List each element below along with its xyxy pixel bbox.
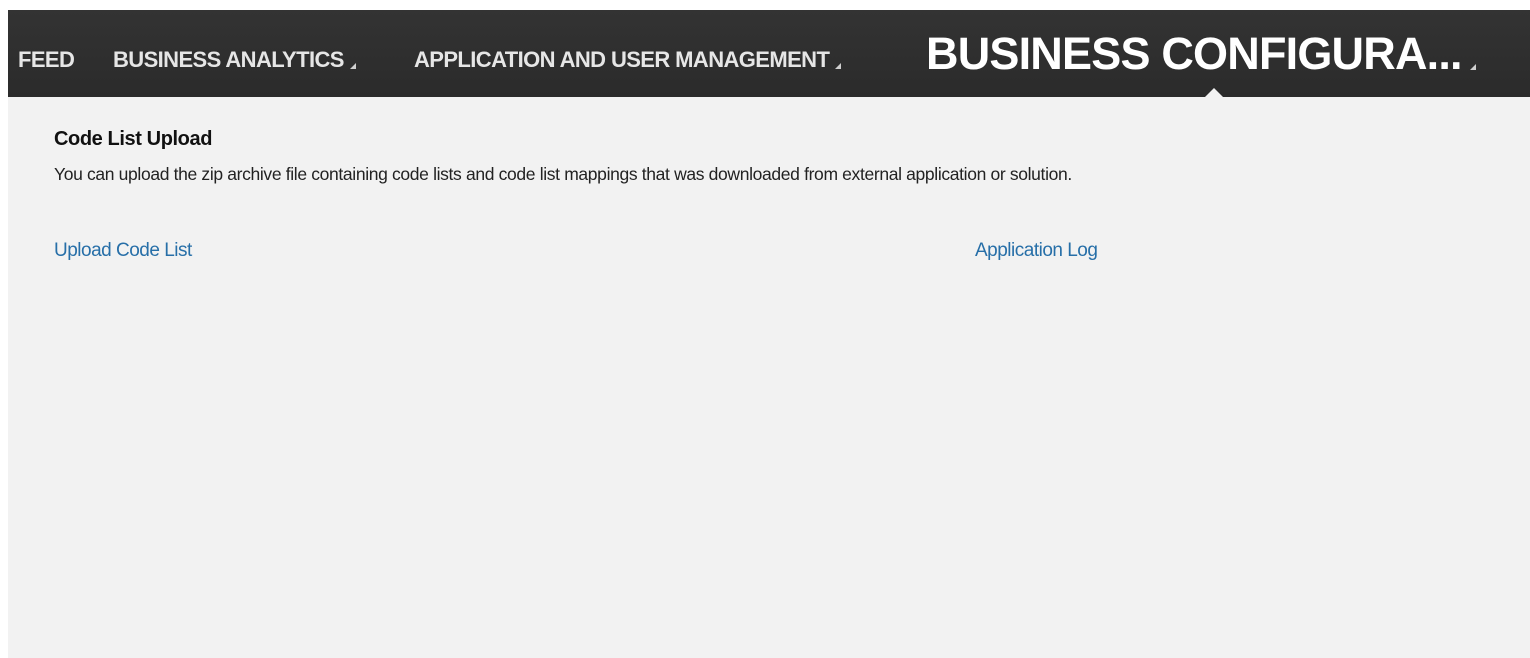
- active-tab-pointer-icon: [1205, 88, 1223, 97]
- upload-code-list-link[interactable]: Upload Code List: [54, 240, 192, 262]
- code-list-upload-section: Code List Upload You can upload the zip …: [54, 128, 1072, 185]
- nav-tab-label: BUSINESS ANALYTICS: [113, 46, 344, 72]
- workcenter-frame: FEED BUSINESS ANALYTICS APPLICATION AND …: [8, 10, 1530, 658]
- nav-tab-label: BUSINESS CONFIGURA...: [926, 27, 1463, 79]
- nav-tab-label: APPLICATION AND USER MANAGEMENT: [414, 46, 830, 72]
- dropdown-caret-icon[interactable]: [1469, 63, 1476, 70]
- section-title: Code List Upload: [54, 128, 213, 150]
- nav-tab-feed[interactable]: FEED: [18, 10, 75, 97]
- nav-tab-application-and-user-management[interactable]: APPLICATION AND USER MANAGEMENT: [414, 10, 842, 97]
- nav-tab-label: FEED: [18, 46, 75, 72]
- section-description: You can upload the zip archive file cont…: [54, 164, 1072, 184]
- nav-tab-business-analytics[interactable]: BUSINESS ANALYTICS: [113, 10, 356, 97]
- dropdown-caret-icon[interactable]: [835, 62, 842, 69]
- application-log-link[interactable]: Application Log: [975, 240, 1098, 262]
- top-navigation-bar: FEED BUSINESS ANALYTICS APPLICATION AND …: [8, 10, 1530, 97]
- dropdown-caret-icon[interactable]: [349, 62, 356, 69]
- nav-tab-business-configuration[interactable]: BUSINESS CONFIGURA...: [926, 10, 1476, 97]
